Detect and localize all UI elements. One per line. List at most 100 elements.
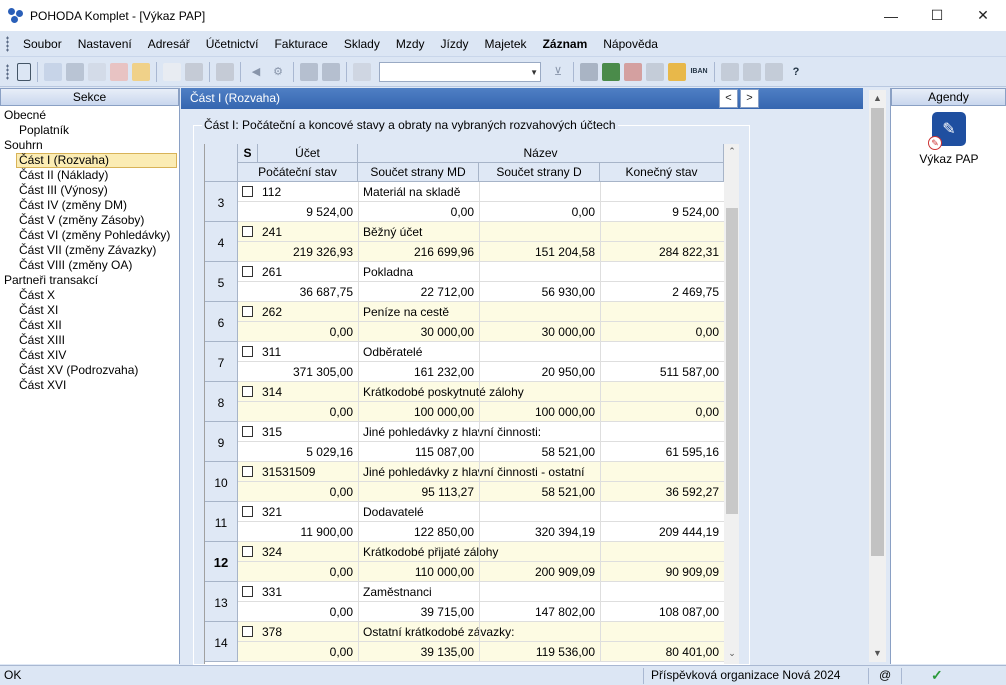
users-icon[interactable]	[668, 62, 686, 81]
row-checkbox[interactable]	[242, 386, 253, 397]
row-number[interactable]: 11	[205, 502, 238, 542]
section-item-15[interactable]: Část XIII	[0, 333, 179, 348]
row-checkbox[interactable]	[242, 226, 253, 237]
vykaz-pap-icon[interactable]: ✎ ✎	[928, 112, 966, 150]
cell-kon[interactable]: 80 401,00	[600, 642, 724, 662]
chevron-down-icon[interactable]: ▼	[530, 68, 538, 77]
scroll-down-icon[interactable]: ▼	[869, 645, 886, 662]
col-pocatecni-stav[interactable]: Počáteční stav	[238, 163, 358, 182]
cell-ucet[interactable]: 331	[262, 582, 358, 602]
grid-scroll-down-icon[interactable]: ⌄	[724, 648, 739, 662]
cell-ucet[interactable]: 311	[262, 342, 358, 362]
row-checkbox[interactable]	[242, 186, 253, 197]
menu-3[interactable]: Účetnictví	[198, 37, 267, 51]
cell-ucet[interactable]: 261	[262, 262, 358, 282]
col-ucet[interactable]: Účet	[258, 144, 358, 163]
cell-d[interactable]: 151 204,58	[479, 242, 600, 262]
section-item-11[interactable]: Partneři transakcí	[0, 273, 179, 288]
row-number[interactable]: 13	[205, 582, 238, 622]
form-view-icon[interactable]	[765, 62, 783, 81]
prev-section-button[interactable]: <	[719, 89, 738, 108]
col-soucet-d[interactable]: Součet strany D	[479, 163, 600, 182]
cell-kon[interactable]: 9 524,00	[600, 202, 724, 222]
cell-ucet[interactable]: 112	[262, 182, 358, 202]
cell-nazev[interactable]: Krátkodobé poskytnuté zálohy	[363, 382, 723, 402]
section-item-4[interactable]: Část II (Náklady)	[0, 168, 179, 183]
copy-record-icon[interactable]	[44, 62, 62, 81]
section-item-8[interactable]: Část VI (změny Pohledávky)	[0, 228, 179, 243]
cell-poc[interactable]: 0,00	[238, 322, 358, 342]
section-item-14[interactable]: Část XII	[0, 318, 179, 333]
cell-d[interactable]: 56 930,00	[479, 282, 600, 302]
cell-kon[interactable]: 0,00	[600, 402, 724, 422]
new-document-icon[interactable]	[163, 62, 181, 81]
cell-poc[interactable]: 5 029,16	[238, 442, 358, 462]
section-item-18[interactable]: Část XVI	[0, 378, 179, 393]
row-number[interactable]: 14	[205, 622, 238, 662]
scroll-thumb[interactable]	[871, 108, 884, 556]
cell-ucet[interactable]: 262	[262, 302, 358, 322]
cell-md[interactable]: 39 715,00	[358, 602, 479, 622]
cell-md[interactable]: 122 850,00	[358, 522, 479, 542]
grid-scroll-thumb[interactable]	[726, 208, 738, 514]
minimize-button[interactable]: —	[868, 0, 914, 31]
menu-5[interactable]: Sklady	[336, 37, 388, 51]
cell-nazev[interactable]: Pokladna	[363, 262, 723, 282]
cell-nazev[interactable]: Odběratelé	[363, 342, 723, 362]
panels-icon[interactable]	[17, 62, 31, 81]
iban-icon[interactable]: IBAN	[690, 63, 708, 81]
export-icon[interactable]	[132, 62, 150, 81]
cell-md[interactable]: 216 699,96	[358, 242, 479, 262]
cell-kon[interactable]: 36 592,27	[600, 482, 724, 502]
print-icon[interactable]	[66, 62, 84, 81]
row-number[interactable]: 8	[205, 382, 238, 422]
section-item-10[interactable]: Část VIII (změny OA)	[0, 258, 179, 273]
cell-md[interactable]: 95 113,27	[358, 482, 479, 502]
cell-poc[interactable]: 0,00	[238, 562, 358, 582]
row-number[interactable]: 5	[205, 262, 238, 302]
cell-d[interactable]: 119 536,00	[479, 642, 600, 662]
calendar-icon[interactable]	[624, 62, 642, 81]
gear-icon[interactable]: ⚙	[269, 63, 287, 81]
section-item-7[interactable]: Část V (změny Zásoby)	[0, 213, 179, 228]
row-checkbox[interactable]	[242, 346, 253, 357]
row-checkbox[interactable]	[242, 426, 253, 437]
cell-kon[interactable]: 511 587,00	[600, 362, 724, 382]
cell-d[interactable]: 0,00	[479, 202, 600, 222]
save-icon[interactable]	[300, 62, 318, 81]
quick-search-combo[interactable]: ▼	[379, 61, 541, 82]
cell-kon[interactable]: 2 469,75	[600, 282, 724, 302]
help-icon[interactable]: ?	[787, 63, 805, 81]
main-vertical-scrollbar[interactable]: ▲ ▼	[869, 90, 886, 662]
cell-ucet[interactable]: 378	[262, 622, 358, 642]
cell-poc[interactable]: 371 305,00	[238, 362, 358, 382]
row-checkbox[interactable]	[242, 586, 253, 597]
grid-vertical-scrollbar[interactable]: ⌃ ⌄	[724, 144, 739, 664]
cell-md[interactable]: 39 135,00	[358, 642, 479, 662]
row-number[interactable]: 9	[205, 422, 238, 462]
cell-md[interactable]: 110 000,00	[358, 562, 479, 582]
cell-md[interactable]: 100 000,00	[358, 402, 479, 422]
section-item-3[interactable]: Část I (Rozvaha)	[16, 153, 177, 168]
close-button[interactable]: ✕	[960, 0, 1006, 31]
cell-poc[interactable]: 0,00	[238, 482, 358, 502]
section-item-9[interactable]: Část VII (změny Závazky)	[0, 243, 179, 258]
pdf-icon[interactable]	[110, 62, 128, 81]
cell-d[interactable]: 147 802,00	[479, 602, 600, 622]
cell-md[interactable]: 161 232,00	[358, 362, 479, 382]
cell-nazev[interactable]: Materiál na skladě	[363, 182, 723, 202]
print-preview-icon[interactable]	[88, 62, 106, 81]
folder-icon[interactable]	[580, 62, 598, 81]
cell-d[interactable]: 30 000,00	[479, 322, 600, 342]
section-item-13[interactable]: Část XI	[0, 303, 179, 318]
cell-md[interactable]: 22 712,00	[358, 282, 479, 302]
cell-poc[interactable]: 0,00	[238, 642, 358, 662]
menu-7[interactable]: Jízdy	[433, 37, 477, 51]
row-number[interactable]: 4	[205, 222, 238, 262]
row-checkbox[interactable]	[242, 306, 253, 317]
section-item-5[interactable]: Část III (Výnosy)	[0, 183, 179, 198]
section-item-17[interactable]: Část XV (Podrozvaha)	[0, 363, 179, 378]
scroll-up-icon[interactable]: ▲	[869, 90, 886, 107]
cell-nazev[interactable]: Krátkodobé přijaté zálohy	[363, 542, 723, 562]
window-icon[interactable]	[721, 62, 739, 81]
